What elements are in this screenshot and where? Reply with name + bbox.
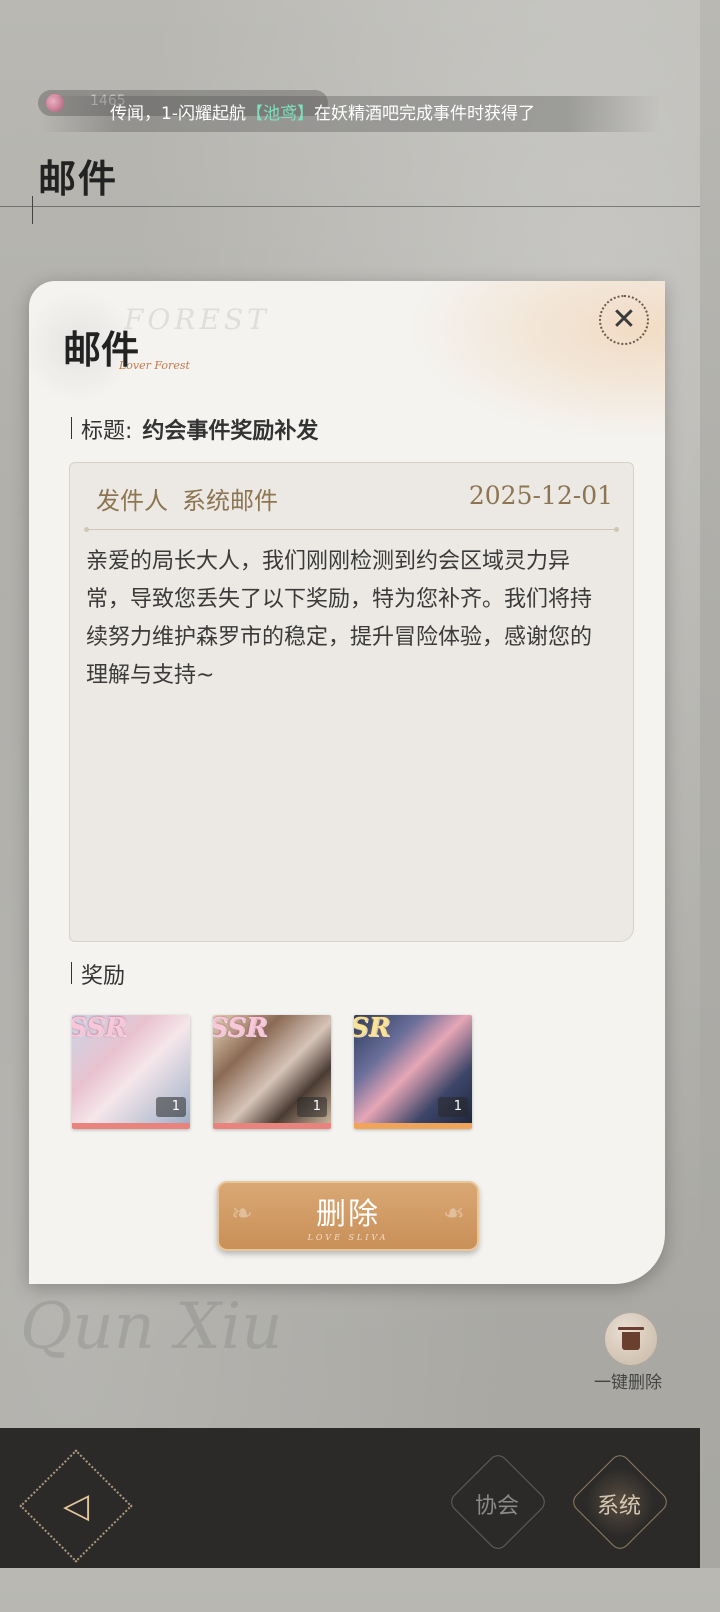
delete-label: 删除 — [316, 1197, 380, 1232]
sender-label: 发件人 — [96, 487, 168, 515]
reward-quantity: 1 — [438, 1097, 468, 1117]
delete-all-button[interactable] — [605, 1313, 657, 1365]
page-title: 邮件 — [38, 156, 119, 201]
delete-button[interactable]: 删除 LOVE SLIVA — [217, 1181, 479, 1251]
reward-item[interactable]: SSR 1 — [72, 1015, 190, 1129]
sender-row: 发件人 系统邮件 — [96, 481, 278, 516]
reward-item[interactable]: SR 1 — [354, 1015, 472, 1129]
mail-body: 亲爱的局长大人，我们刚刚检测到约会区域灵力异常，导致您丢失了以下奖励，特为您补齐… — [86, 549, 593, 688]
delete-sub-label: LOVE SLIVA — [307, 1233, 389, 1242]
rarity-badge: SR — [354, 1015, 391, 1043]
modal-watermark: FOREST — [124, 303, 270, 336]
bottom-nav: ◁ 协会 系统 — [0, 1428, 700, 1568]
back-button[interactable]: ◁ — [19, 1449, 133, 1563]
mail-modal: FOREST 邮件 Lover Forest ✕ 标题: 约会事件奖励补发 发件人… — [29, 281, 665, 1284]
sender-name: 系统邮件 — [182, 487, 278, 515]
reward-quantity: 1 — [156, 1097, 186, 1117]
nav-system-label: 系统 — [596, 1494, 641, 1519]
rarity-badge: SSR — [213, 1015, 268, 1043]
mail-subject: 标题: 约会事件奖励补发 — [70, 413, 319, 445]
ticker-prefix: 传闻，1-闪耀起航 — [110, 104, 246, 124]
background-script: Qun Xiu — [20, 1290, 283, 1364]
rarity-bar — [354, 1123, 472, 1129]
title-divider — [0, 206, 700, 207]
reward-quantity: 1 — [297, 1097, 327, 1117]
close-icon: ✕ — [611, 302, 637, 337]
rewards-label: 奖励 — [70, 958, 125, 990]
rarity-bar — [72, 1123, 190, 1129]
mail-date: 2025-12-01 — [468, 481, 613, 510]
delete-all-label: 一键删除 — [594, 1373, 662, 1393]
reward-item[interactable]: SSR 1 — [213, 1015, 331, 1129]
subject-value: 约会事件奖励补发 — [142, 419, 319, 444]
rarity-bar — [213, 1123, 331, 1129]
subject-label: 标题: — [81, 419, 133, 444]
back-arrow-icon: ◁ — [62, 1486, 90, 1526]
ticker-highlight: 【池鸢】 — [245, 104, 314, 124]
nav-system[interactable]: 系统 — [569, 1451, 671, 1553]
close-button[interactable]: ✕ — [599, 295, 649, 345]
modal-script-logo: Lover Forest — [119, 359, 190, 372]
mail-divider — [84, 527, 619, 532]
nav-association[interactable]: 协会 — [447, 1451, 549, 1553]
ticker-suffix: 在妖精酒吧完成事件时获得了 — [313, 104, 535, 124]
rarity-badge: SSR — [72, 1015, 127, 1043]
news-ticker: 传闻，1-闪耀起航【池鸢】在妖精酒吧完成事件时获得了 — [40, 96, 660, 132]
mail-content-box: 发件人 系统邮件 2025-12-01 亲爱的局长大人，我们刚刚检测到约会区域灵力… — [69, 462, 634, 942]
nav-association-label: 协会 — [474, 1494, 519, 1519]
title-tick — [32, 196, 33, 224]
trash-icon — [618, 1327, 644, 1351]
